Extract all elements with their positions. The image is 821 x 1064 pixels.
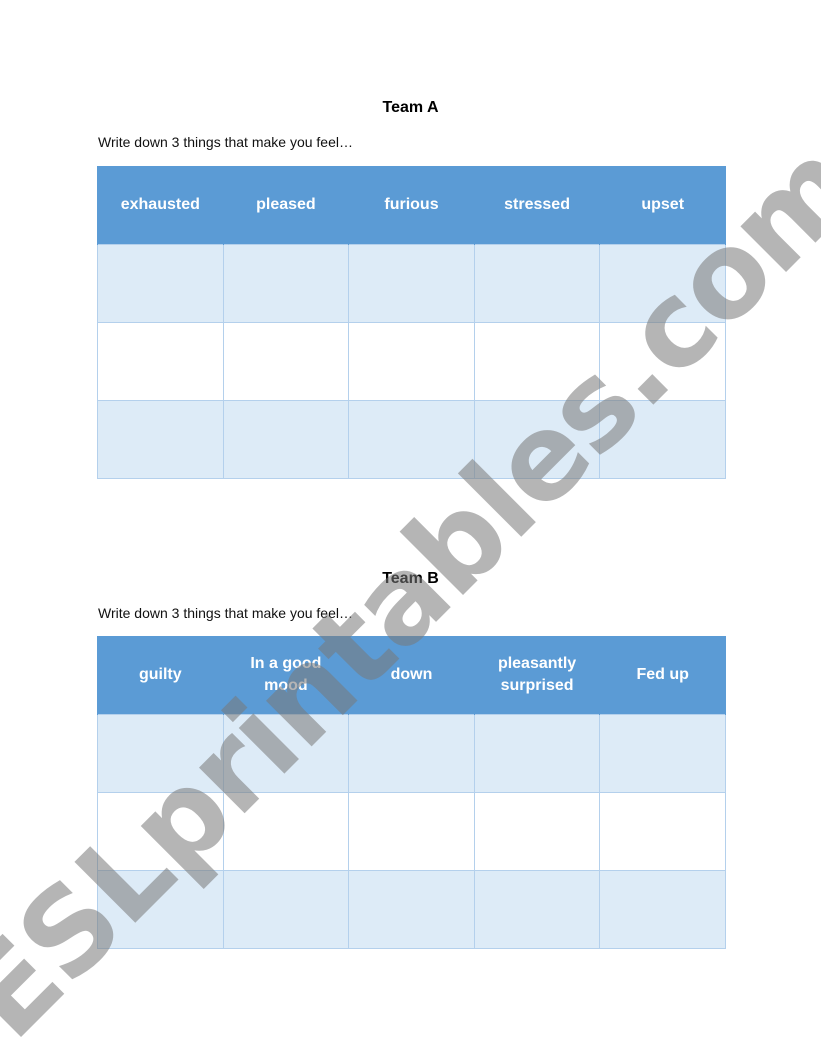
column-header: pleasantly surprised bbox=[473, 636, 601, 715]
cell-input[interactable] bbox=[349, 871, 474, 948]
cell-input[interactable] bbox=[600, 793, 725, 870]
table-cell[interactable] bbox=[222, 400, 350, 479]
table-cell[interactable] bbox=[222, 244, 350, 323]
table-cell[interactable] bbox=[599, 792, 726, 871]
cell-input[interactable] bbox=[349, 323, 474, 400]
cell-input[interactable] bbox=[474, 871, 600, 948]
table-cell[interactable] bbox=[222, 322, 350, 401]
cell-input[interactable] bbox=[600, 715, 725, 792]
cell-input[interactable] bbox=[474, 793, 600, 870]
team-a-table: exhausted pleased furious stressed upset bbox=[97, 166, 726, 479]
table-cell[interactable] bbox=[473, 244, 601, 323]
cell-input[interactable] bbox=[349, 793, 474, 870]
team-b-title: Team B bbox=[382, 570, 439, 587]
cell-input[interactable] bbox=[98, 793, 223, 870]
cell-input[interactable] bbox=[474, 323, 600, 400]
cell-input[interactable] bbox=[349, 401, 474, 478]
table-cell[interactable] bbox=[599, 244, 726, 323]
table-cell[interactable] bbox=[348, 400, 475, 479]
table-cell[interactable] bbox=[97, 870, 224, 949]
table-cell[interactable] bbox=[348, 792, 475, 871]
team-a-title: Team A bbox=[382, 99, 439, 116]
table-cell[interactable] bbox=[473, 714, 601, 793]
table-cell[interactable] bbox=[97, 322, 224, 401]
column-header: upset bbox=[599, 166, 726, 245]
table-cell[interactable] bbox=[97, 714, 224, 793]
cell-input[interactable] bbox=[223, 401, 349, 478]
cell-input[interactable] bbox=[474, 715, 600, 792]
cell-input[interactable] bbox=[223, 871, 349, 948]
cell-input[interactable] bbox=[223, 323, 349, 400]
cell-input[interactable] bbox=[600, 323, 725, 400]
table-row bbox=[97, 244, 726, 323]
table-row bbox=[97, 714, 726, 793]
table-cell[interactable] bbox=[348, 322, 475, 401]
table-row bbox=[97, 400, 726, 479]
team-b-header-row: guilty In a good mood down pleasantly su… bbox=[97, 636, 726, 715]
cell-input[interactable] bbox=[349, 715, 474, 792]
cell-input[interactable] bbox=[474, 245, 600, 322]
table-row bbox=[97, 792, 726, 871]
table-cell[interactable] bbox=[348, 870, 475, 949]
cell-input[interactable] bbox=[349, 245, 474, 322]
cell-input[interactable] bbox=[98, 401, 223, 478]
cell-input[interactable] bbox=[474, 401, 600, 478]
table-cell[interactable] bbox=[473, 322, 601, 401]
table-cell[interactable] bbox=[348, 244, 475, 323]
cell-input[interactable] bbox=[223, 715, 349, 792]
cell-input[interactable] bbox=[600, 871, 725, 948]
table-cell[interactable] bbox=[599, 870, 726, 949]
column-header: down bbox=[348, 636, 475, 715]
cell-input[interactable] bbox=[98, 323, 223, 400]
table-cell[interactable] bbox=[97, 400, 224, 479]
team-a-instruction: Write down 3 things that make you feel… bbox=[98, 134, 353, 150]
table-cell[interactable] bbox=[599, 714, 726, 793]
cell-input[interactable] bbox=[223, 245, 349, 322]
table-cell[interactable] bbox=[473, 870, 601, 949]
column-header: Fed up bbox=[599, 636, 726, 715]
team-b-table: guilty In a good mood down pleasantly su… bbox=[97, 636, 726, 949]
table-cell[interactable] bbox=[97, 792, 224, 871]
table-cell[interactable] bbox=[599, 400, 726, 479]
column-header: furious bbox=[348, 166, 475, 245]
table-cell[interactable] bbox=[222, 714, 350, 793]
cell-input[interactable] bbox=[600, 245, 725, 322]
table-cell[interactable] bbox=[473, 792, 601, 871]
table-cell[interactable] bbox=[97, 244, 224, 323]
team-a-header-row: exhausted pleased furious stressed upset bbox=[97, 166, 726, 245]
table-row bbox=[97, 870, 726, 949]
column-header: exhausted bbox=[97, 166, 224, 245]
cell-input[interactable] bbox=[98, 715, 223, 792]
table-cell[interactable] bbox=[599, 322, 726, 401]
table-cell[interactable] bbox=[473, 400, 601, 479]
cell-input[interactable] bbox=[98, 245, 223, 322]
team-b-instruction: Write down 3 things that make you feel… bbox=[98, 605, 353, 621]
cell-input[interactable] bbox=[600, 401, 725, 478]
column-header: pleased bbox=[222, 166, 350, 245]
table-cell[interactable] bbox=[348, 714, 475, 793]
cell-input[interactable] bbox=[223, 793, 349, 870]
table-cell[interactable] bbox=[222, 792, 350, 871]
column-header: In a good mood bbox=[222, 636, 350, 715]
table-cell[interactable] bbox=[222, 870, 350, 949]
column-header: guilty bbox=[97, 636, 224, 715]
table-row bbox=[97, 322, 726, 401]
cell-input[interactable] bbox=[98, 871, 223, 948]
column-header: stressed bbox=[473, 166, 601, 245]
